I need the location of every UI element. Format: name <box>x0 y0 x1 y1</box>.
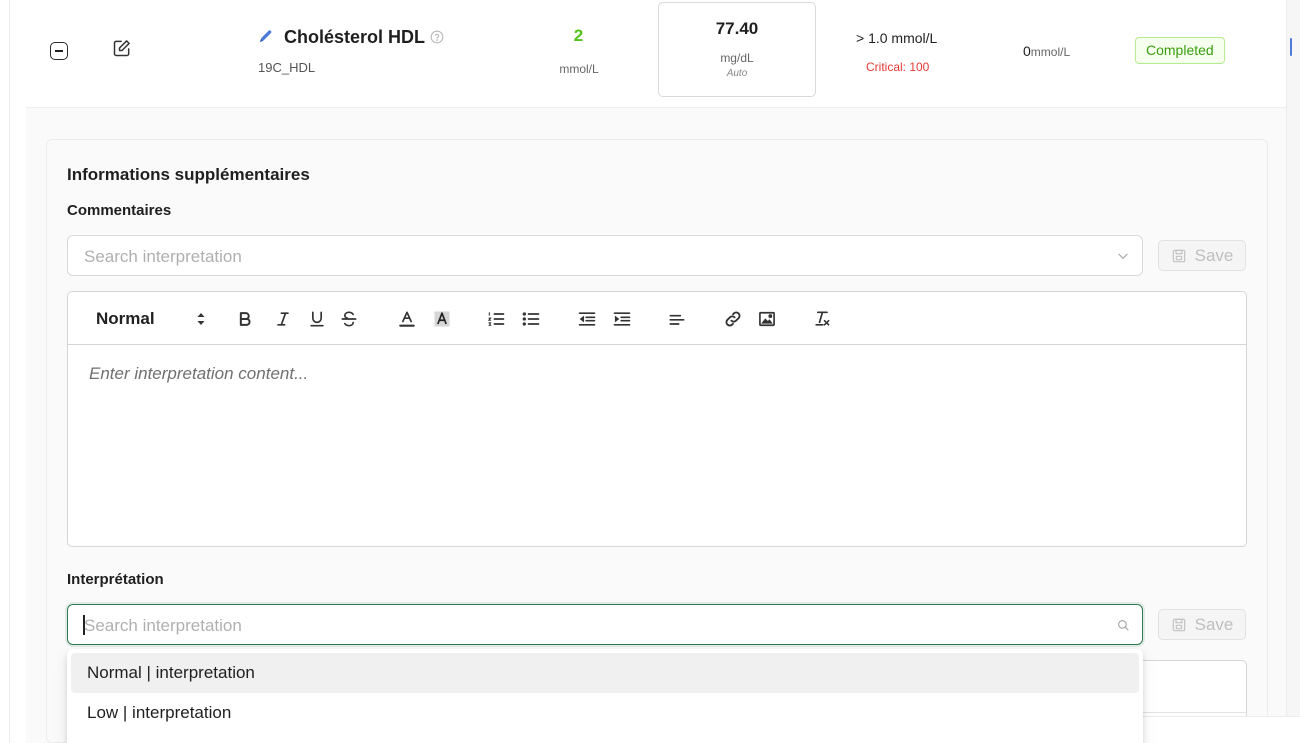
previous-value-number: 0 <box>1023 43 1031 59</box>
interpretation-editor: Normal Enter interpretation content... <box>67 291 1247 547</box>
bullet-list-button[interactable] <box>520 308 542 330</box>
underline-icon <box>310 311 324 327</box>
link-icon <box>725 311 741 327</box>
search-icon <box>1118 620 1129 631</box>
outdent-button[interactable] <box>576 308 598 330</box>
indent-icon <box>613 312 631 326</box>
test-name: Cholésterol HDL <box>284 27 426 47</box>
link-button[interactable] <box>722 308 744 330</box>
interpretation-save-label: Save <box>1194 614 1234 634</box>
status-badge: Completed <box>1135 37 1225 64</box>
pencil-test-icon <box>260 30 272 42</box>
interpretation-save-button[interactable]: Save <box>1158 609 1246 640</box>
ordered-list-icon <box>487 312 505 326</box>
critical-value: Critical: 100 <box>866 60 930 74</box>
test-code: 19C_HDL <box>258 60 316 75</box>
bold-button[interactable] <box>234 308 256 330</box>
dropdown-option[interactable]: Normal | interpretation <box>71 653 1139 693</box>
text-color-button[interactable] <box>396 308 418 330</box>
row-action-edge-icon[interactable] <box>1290 38 1292 56</box>
clear-format-button[interactable] <box>811 308 833 330</box>
question-circle-icon[interactable] <box>430 30 444 44</box>
left-rail <box>0 0 10 743</box>
image-button[interactable] <box>756 308 778 330</box>
ordered-list-button[interactable] <box>485 308 507 330</box>
image-icon <box>759 311 775 327</box>
format-select-label: Normal <box>96 309 155 328</box>
chevron-down-icon <box>1118 253 1128 259</box>
converted-value: 77.40 <box>715 19 759 38</box>
bottom-strip <box>1140 716 1300 743</box>
collapse-row-button[interactable] <box>50 42 68 60</box>
bold-icon <box>239 312 251 326</box>
background-color-icon <box>434 311 450 327</box>
dropdown-option[interactable]: Low | interpretation <box>71 693 1139 733</box>
strikethrough-icon <box>341 311 357 327</box>
section-title: Informations supplémentaires <box>67 165 310 184</box>
converted-mode: Auto <box>726 68 748 79</box>
save-icon <box>1172 249 1185 262</box>
up-down-arrows-icon <box>197 313 205 325</box>
background-color-button[interactable] <box>431 308 453 330</box>
editor-content[interactable]: Enter interpretation content... <box>89 364 308 384</box>
text-color-icon <box>399 311 415 327</box>
converted-value-box: 77.40 mg/dL Auto <box>658 2 816 97</box>
minus-icon <box>55 50 63 52</box>
bullet-list-icon <box>522 312 540 326</box>
strikethrough-button[interactable] <box>338 308 360 330</box>
result-row: Cholésterol HDL 19C_HDL 2 mmol/L 77.40 m… <box>26 0 1286 108</box>
italic-icon <box>277 312 289 326</box>
outdent-icon <box>578 312 596 326</box>
comments-search-select[interactable]: Search interpretation <box>67 235 1143 276</box>
indent-button[interactable] <box>611 308 633 330</box>
previous-value-unit: mmol/L <box>1030 45 1071 59</box>
interpretation-search-input[interactable]: Search interpretation <box>67 604 1143 645</box>
italic-button[interactable] <box>272 308 294 330</box>
right-scroll-rail[interactable] <box>1286 0 1300 743</box>
align-icon <box>669 314 685 325</box>
result-unit: mmol/L <box>559 62 599 76</box>
previous-value: 0mmol/L <box>1023 43 1070 59</box>
reference-range: > 1.0 mmol/L <box>856 30 938 46</box>
interpretation-label: Interprétation <box>67 571 164 588</box>
result-value: 2 <box>573 26 584 45</box>
comments-save-button[interactable]: Save <box>1158 240 1246 271</box>
converted-unit: mg/dL <box>720 51 754 65</box>
comments-label: Commentaires <box>67 202 172 219</box>
editor-toolbar: Normal <box>68 292 1246 345</box>
interpretation-search-placeholder: Search interpretation <box>84 616 242 635</box>
format-select[interactable]: Normal <box>96 308 206 330</box>
align-button[interactable] <box>666 308 688 330</box>
edit-icon[interactable] <box>112 38 132 58</box>
underline-button[interactable] <box>306 308 328 330</box>
comments-search-placeholder: Search interpretation <box>84 247 242 266</box>
comments-save-label: Save <box>1194 245 1234 265</box>
clear-format-icon <box>815 311 830 326</box>
interpretation-dropdown: Normal | interpretation Low | interpreta… <box>67 649 1143 743</box>
save-icon <box>1172 618 1185 631</box>
